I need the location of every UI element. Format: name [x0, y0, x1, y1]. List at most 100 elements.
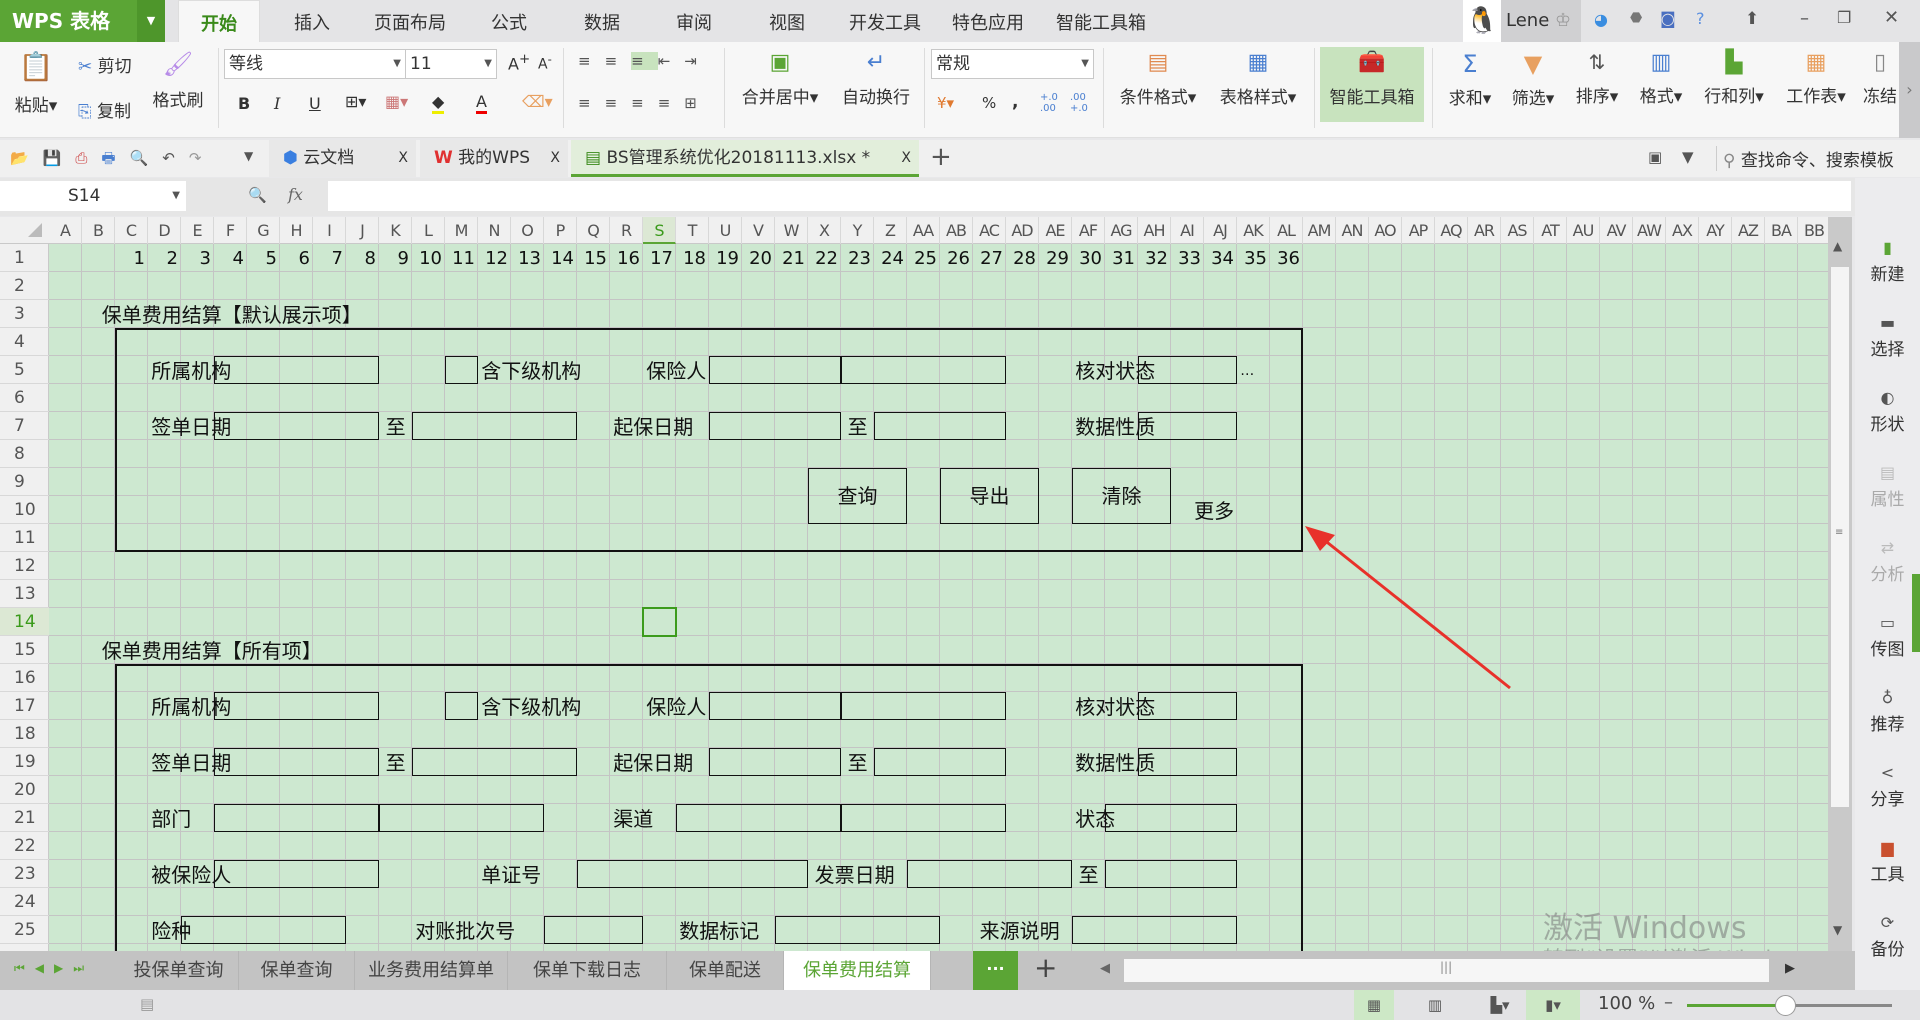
filter-button[interactable]: ▼ 筛选▾: [1505, 50, 1561, 109]
sheet-tab[interactable]: 保单配送: [667, 951, 784, 990]
increase-font-icon[interactable]: A+: [508, 52, 530, 73]
sidebar-select[interactable]: ▬ 选择: [1855, 313, 1920, 360]
page-break-view-button[interactable]: ▥: [1415, 990, 1455, 1020]
tab-page-layout[interactable]: 页面布局: [368, 0, 452, 42]
scrollbar-thumb[interactable]: ≡: [1831, 267, 1849, 807]
borders-icon[interactable]: ⊞▾: [345, 92, 366, 111]
doc-tab-active-file[interactable]: ▤ BS管理系统优化20181113.xlsx * X: [571, 140, 919, 177]
comma-button[interactable]: ,: [1012, 92, 1018, 112]
wrap-text-button[interactable]: ↵ 自动换行: [836, 50, 916, 108]
tab-home[interactable]: 开始: [178, 0, 260, 42]
vertical-scrollbar[interactable]: ▲ ≡ ▼: [1828, 217, 1852, 951]
tab-review[interactable]: 审阅: [664, 0, 724, 42]
percent-button[interactable]: %: [982, 94, 996, 112]
settings-icon[interactable]: ⬣: [1630, 10, 1642, 26]
tab-special[interactable]: 特色应用: [946, 0, 1030, 42]
restore-button[interactable]: ❐: [1837, 8, 1851, 27]
sidebar-expand-handle[interactable]: [1912, 574, 1920, 652]
ribbon-scroll-right[interactable]: ›: [1899, 42, 1920, 138]
qq-avatar-icon[interactable]: 🐧: [1463, 0, 1501, 42]
copy-button[interactable]: ⎘ 复制: [78, 97, 131, 122]
tab-insert[interactable]: 插入: [282, 0, 342, 42]
font-name-select[interactable]: 等线 ▼: [224, 49, 406, 79]
cut-button[interactable]: ✂ 剪切: [78, 52, 132, 77]
increase-decimal-icon[interactable]: +.0.00: [1040, 92, 1058, 114]
sidebar-analyze[interactable]: ⇄ 分析: [1855, 538, 1920, 585]
formula-input[interactable]: [328, 181, 1851, 211]
upload-icon[interactable]: ⬆: [1745, 9, 1759, 29]
sidebar-new[interactable]: ▮ 新建: [1855, 238, 1920, 285]
sheet-tab[interactable]: 业务费用结算单: [355, 951, 508, 990]
close-tab-icon[interactable]: X: [398, 140, 408, 177]
worksheet-button[interactable]: ▦ 工作表▾: [1780, 50, 1852, 107]
reading-mode-button[interactable]: ▮▾: [1526, 990, 1580, 1020]
scroll-up-icon[interactable]: ▲: [1833, 239, 1842, 253]
search-commands[interactable]: ⚲ 查找命令、搜索模板: [1716, 146, 1894, 171]
scroll-right-icon[interactable]: ▶: [1785, 961, 1795, 976]
font-size-select[interactable]: 11 ▼: [405, 49, 497, 79]
zoom-slider[interactable]: [1687, 995, 1892, 1016]
vertical-align-icons[interactable]: ≡≡≡⇤⇥: [578, 52, 711, 70]
wps-menu-button[interactable]: WPS 表格 ▼: [0, 0, 165, 42]
sheet-tab[interactable]: 投保单查询: [119, 951, 239, 990]
history-icon[interactable]: ◙: [1660, 9, 1676, 28]
user-account[interactable]: Lene ♔: [1501, 0, 1581, 42]
decrease-font-icon[interactable]: A-: [538, 52, 552, 73]
normal-view-button[interactable]: ▦: [1354, 990, 1394, 1020]
close-tab-icon[interactable]: X: [550, 140, 560, 177]
monitor-icon[interactable]: ▣: [1648, 148, 1662, 166]
fx-button[interactable]: fx: [288, 185, 303, 204]
zoom-out-button[interactable]: –: [1664, 992, 1673, 1013]
rows-cols-button[interactable]: ▙ 行和列▾: [1698, 50, 1770, 107]
sheet-tab-active[interactable]: 保单费用结算: [784, 951, 931, 990]
sidebar-recommend[interactable]: ♁ 推荐: [1855, 688, 1920, 735]
conditional-format-button[interactable]: ▤ 条件格式▾: [1112, 50, 1204, 108]
tab-developer[interactable]: 开发工具: [843, 0, 927, 42]
decrease-decimal-icon[interactable]: .00 +.0: [1070, 92, 1088, 114]
chevron-down-icon[interactable]: ▼: [137, 0, 165, 42]
add-sheet-button[interactable]: +: [1034, 951, 1057, 984]
doc-tab-cloud[interactable]: ⬢ 云文档 X: [269, 140, 416, 177]
smart-toolbox-button[interactable]: 🧰 智能工具箱: [1320, 47, 1424, 122]
freeze-button[interactable]: ▯ 冻结: [1862, 50, 1898, 107]
sidebar-backup[interactable]: ⟳ 备份: [1855, 913, 1920, 960]
zoom-formula-icon[interactable]: 🔍: [248, 186, 267, 204]
page-layout-view-button[interactable]: ▙▾: [1475, 990, 1525, 1020]
sidebar-upload-image[interactable]: ▭ 传图: [1855, 613, 1920, 660]
horizontal-align-icons[interactable]: ≡≡≡≡⊞: [578, 94, 711, 112]
bookmark-icon[interactable]: ▼: [1682, 148, 1694, 166]
scroll-left-icon[interactable]: ◀: [1100, 961, 1110, 976]
name-box[interactable]: S14 ▼: [0, 181, 186, 211]
doc-tab-my-wps[interactable]: W 我的WPS X: [420, 140, 568, 177]
close-tab-icon[interactable]: X: [901, 140, 911, 177]
skin-icon[interactable]: ◕: [1594, 10, 1608, 29]
currency-icon[interactable]: ¥▾: [937, 94, 954, 112]
horizontal-scrollbar[interactable]: |||: [1124, 959, 1769, 982]
minimize-button[interactable]: –: [1800, 8, 1809, 29]
help-icon[interactable]: ?: [1696, 9, 1705, 28]
sort-button[interactable]: ⇅ 排序▾: [1569, 50, 1625, 107]
tab-formulas[interactable]: 公式: [479, 0, 539, 42]
macro-icon[interactable]: ▤: [140, 995, 154, 1013]
paste-button[interactable]: 📋 粘贴▾: [14, 50, 58, 116]
underline-button[interactable]: U: [309, 94, 321, 113]
sidebar-share[interactable]: < 分享: [1855, 763, 1920, 810]
sheet-tab[interactable]: 保单下载日志: [508, 951, 667, 990]
sum-button[interactable]: Σ 求和▾: [1442, 50, 1498, 109]
table-style-button[interactable]: ▦ 表格样式▾: [1212, 50, 1304, 108]
italic-button[interactable]: I: [274, 94, 280, 113]
sheet-tab[interactable]: 保单查询: [239, 951, 355, 990]
tab-view[interactable]: 视图: [757, 0, 817, 42]
number-format-select[interactable]: 常规 ▼: [931, 49, 1094, 79]
scroll-down-icon[interactable]: ▼: [1833, 923, 1842, 937]
cell-style-icon[interactable]: ▦▾: [385, 92, 408, 111]
sidebar-properties[interactable]: ▤ 属性: [1855, 463, 1920, 510]
clear-format-icon[interactable]: ⌫▾: [522, 92, 553, 111]
quick-access-toolbar[interactable]: 📂💾⎙🖶🔍↶↷: [10, 148, 215, 173]
bold-button[interactable]: B: [238, 94, 250, 113]
tab-data[interactable]: 数据: [572, 0, 632, 42]
more-sheets-button[interactable]: ···: [973, 951, 1018, 990]
format-button[interactable]: ▥ 格式▾: [1633, 50, 1689, 107]
close-button[interactable]: ✕: [1884, 7, 1899, 28]
chevron-down-icon[interactable]: ▼: [244, 149, 253, 163]
